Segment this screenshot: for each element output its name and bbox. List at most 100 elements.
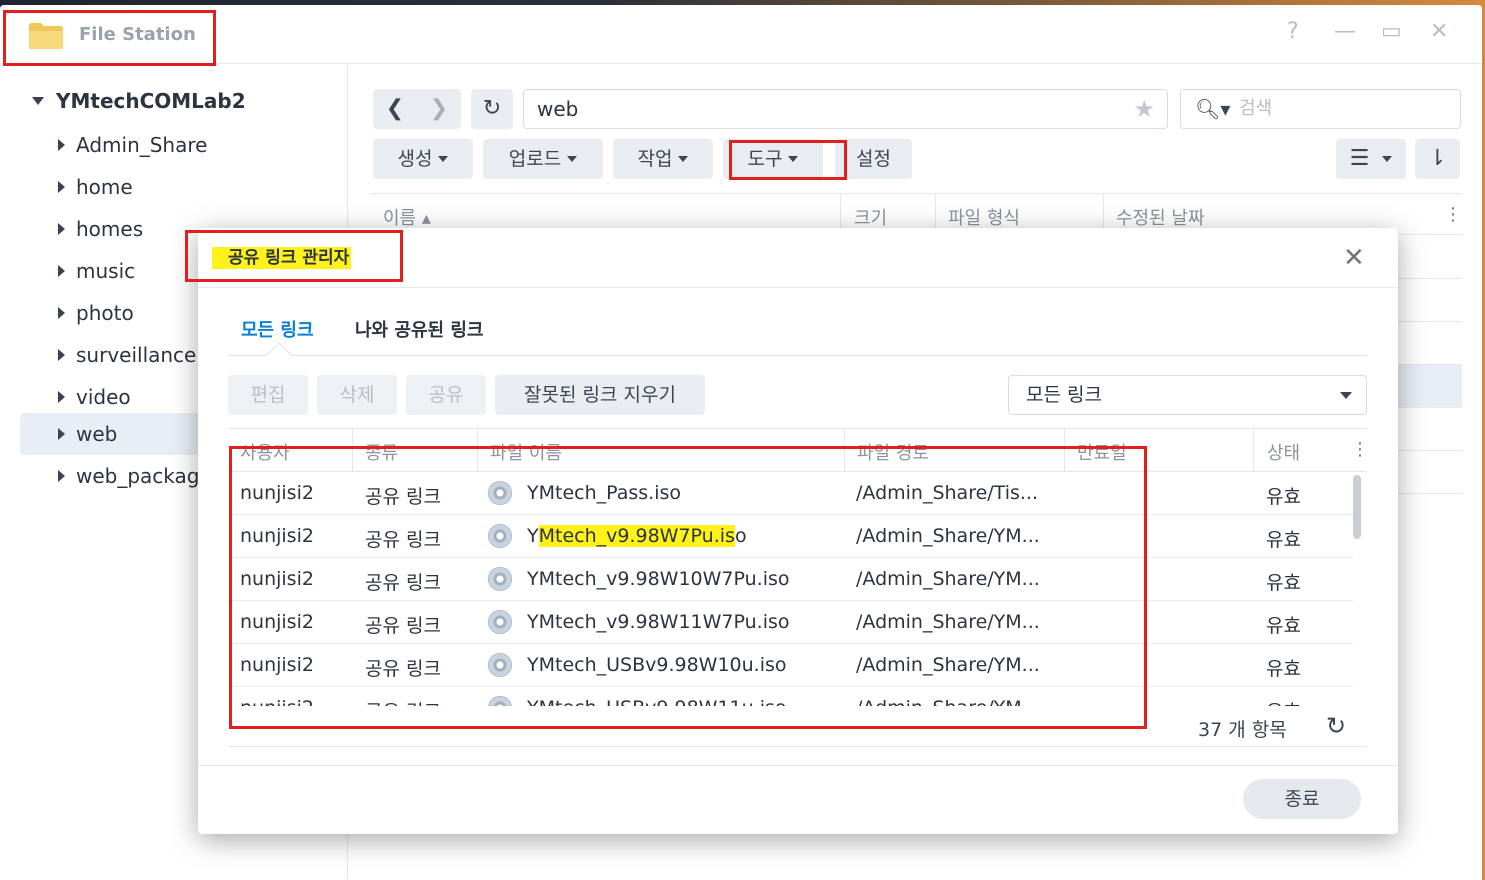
- search-input[interactable]: 🔍︎▾ 검색: [1180, 89, 1461, 129]
- column-menu-icon[interactable]: ⋮: [1351, 439, 1367, 460]
- file-row[interactable]: [1390, 408, 1462, 451]
- disc-image-icon: [488, 696, 512, 706]
- column-path[interactable]: 파일 경로: [857, 439, 929, 465]
- table-row[interactable]: nunjisi2 공유 링크 YMtech_Pass.iso /Admin_Sh…: [228, 472, 1353, 515]
- link-filter-select[interactable]: 모든 링크: [1008, 375, 1367, 415]
- path-field[interactable]: web ★: [523, 89, 1168, 129]
- column-status[interactable]: 상태: [1267, 439, 1300, 465]
- filename-suffix: o: [734, 525, 747, 547]
- caret-right-icon: [58, 307, 65, 319]
- edit-button[interactable]: 편집: [228, 375, 308, 415]
- table-row[interactable]: nunjisi2 공유 링크 YMtech_USBv9.98W11u.iso /…: [228, 687, 1353, 706]
- action-button[interactable]: 작업: [613, 139, 713, 179]
- sidebar-item-homes[interactable]: homes: [20, 208, 200, 250]
- column-menu-icon[interactable]: ⋮: [1444, 204, 1462, 225]
- table-row[interactable]: nunjisi2 공유 링크 YMtech_v9.98W10W7Pu.iso /…: [228, 558, 1353, 601]
- sidebar-item-label: homes: [76, 217, 144, 241]
- cell-user: nunjisi2: [240, 525, 314, 547]
- sidebar-item-home[interactable]: home: [20, 166, 200, 208]
- tab-divider: [228, 355, 1367, 356]
- path-value: web: [537, 97, 579, 121]
- sidebar-item-music[interactable]: music: [20, 250, 200, 292]
- caret-right-icon: [58, 470, 65, 482]
- file-row[interactable]: [1390, 451, 1462, 494]
- table-row[interactable]: nunjisi2 공유 링크 YMtech_v9.98W7Pu.iso /Adm…: [228, 515, 1353, 558]
- list-icon: ☰: [1349, 146, 1370, 171]
- column-filename[interactable]: 파일 이름: [490, 439, 562, 465]
- forward-button[interactable]: ❯: [417, 89, 461, 129]
- table-scrollbar[interactable]: [1353, 475, 1361, 539]
- table-row[interactable]: nunjisi2 공유 링크 YMtech_USBv9.98W10u.iso /…: [228, 644, 1353, 687]
- refresh-button[interactable]: ↻: [471, 89, 513, 129]
- tab-shared-with-me[interactable]: 나와 공유된 링크: [355, 316, 483, 342]
- search-icon: 🔍︎▾: [1195, 97, 1231, 121]
- column-user[interactable]: 사용자: [240, 439, 290, 465]
- create-label: 생성: [397, 148, 433, 170]
- disc-image-icon: [488, 610, 512, 634]
- file-row[interactable]: [1390, 279, 1462, 322]
- column-divider: [1064, 429, 1065, 471]
- sidebar-item-label: photo: [76, 301, 134, 325]
- settings-button[interactable]: 설정: [835, 139, 912, 179]
- column-size[interactable]: 크기: [854, 204, 887, 230]
- disc-image-icon: [488, 653, 512, 677]
- maximize-icon[interactable]: ▭: [1381, 19, 1402, 44]
- sidebar-item-photo[interactable]: photo: [20, 292, 200, 334]
- column-divider: [844, 429, 845, 471]
- cell-filename: YMtech_v9.98W10W7Pu.iso: [527, 568, 790, 590]
- cell-path: /Admin_Share/YM...: [856, 654, 1040, 676]
- sidebar-item-web[interactable]: web: [20, 413, 200, 455]
- help-icon[interactable]: ?: [1287, 19, 1299, 44]
- cell-type: 공유 링크: [365, 486, 441, 508]
- clear-invalid-links-button[interactable]: 잘못된 링크 지우기: [495, 375, 705, 415]
- star-icon[interactable]: ★: [1133, 90, 1155, 128]
- minimize-icon[interactable]: —: [1334, 19, 1356, 44]
- sidebar-item-surveillance[interactable]: surveillance: [20, 334, 200, 376]
- filename-prefix: Y: [527, 525, 539, 547]
- sort-button[interactable]: ⇂: [1415, 139, 1460, 179]
- tools-label: 도구: [747, 148, 783, 170]
- file-row[interactable]: [1390, 236, 1462, 279]
- table-row[interactable]: nunjisi2 공유 링크 YMtech_v9.98W11W7Pu.iso /…: [228, 601, 1353, 644]
- column-name[interactable]: 이름 ▴: [383, 204, 431, 230]
- list-view-button[interactable]: ☰: [1336, 139, 1406, 179]
- sidebar-item-label: home: [76, 175, 133, 199]
- caret-right-icon: [58, 223, 65, 235]
- column-divider: [352, 429, 353, 471]
- tab-all-links[interactable]: 모든 링크: [241, 316, 314, 342]
- share-button[interactable]: 공유: [406, 375, 486, 415]
- cell-filename: YMtech_USBv9.98W10u.iso: [527, 654, 787, 676]
- sidebar-item-admin-share[interactable]: Admin_Share: [20, 124, 207, 166]
- cell-status: 유효: [1266, 529, 1301, 551]
- close-button[interactable]: 종료: [1243, 779, 1361, 819]
- cell-status: 유효: [1266, 658, 1301, 680]
- back-button[interactable]: ❮: [373, 89, 417, 129]
- cell-user: nunjisi2: [240, 697, 314, 706]
- upload-button[interactable]: 업로드: [483, 139, 603, 179]
- cell-status: 유효: [1266, 697, 1301, 706]
- caret-down-icon: [1382, 156, 1393, 162]
- cell-status: 유효: [1266, 572, 1301, 594]
- folder-icon: [29, 23, 63, 49]
- tools-button[interactable]: 도구: [723, 139, 823, 179]
- sidebar-item-label: surveillance: [76, 343, 197, 367]
- dialog-close-icon[interactable]: ✕: [1343, 243, 1365, 273]
- disc-image-icon: [488, 481, 512, 505]
- sidebar-item-video[interactable]: video: [20, 376, 200, 418]
- refresh-icon[interactable]: ↻: [1326, 712, 1346, 740]
- column-type[interactable]: 파일 형식: [948, 204, 1020, 230]
- file-row[interactable]: [1390, 322, 1462, 365]
- sidebar-item-label: music: [76, 259, 136, 283]
- column-expires[interactable]: 만료일: [1077, 439, 1127, 465]
- file-row[interactable]: [1390, 365, 1462, 408]
- close-icon[interactable]: ✕: [1430, 19, 1448, 44]
- delete-button[interactable]: 삭제: [317, 375, 397, 415]
- tree-root[interactable]: YMtechCOMLab2: [32, 89, 246, 113]
- caret-right-icon: [58, 428, 65, 440]
- cell-filename: YMtech_v9.98W7Pu.iso: [527, 525, 747, 547]
- column-type[interactable]: 종류: [365, 439, 398, 465]
- sidebar-item-web-package[interactable]: web_packag: [20, 455, 200, 497]
- column-modified[interactable]: 수정된 날짜: [1116, 204, 1205, 230]
- cell-user: nunjisi2: [240, 611, 314, 633]
- create-button[interactable]: 생성: [373, 139, 473, 179]
